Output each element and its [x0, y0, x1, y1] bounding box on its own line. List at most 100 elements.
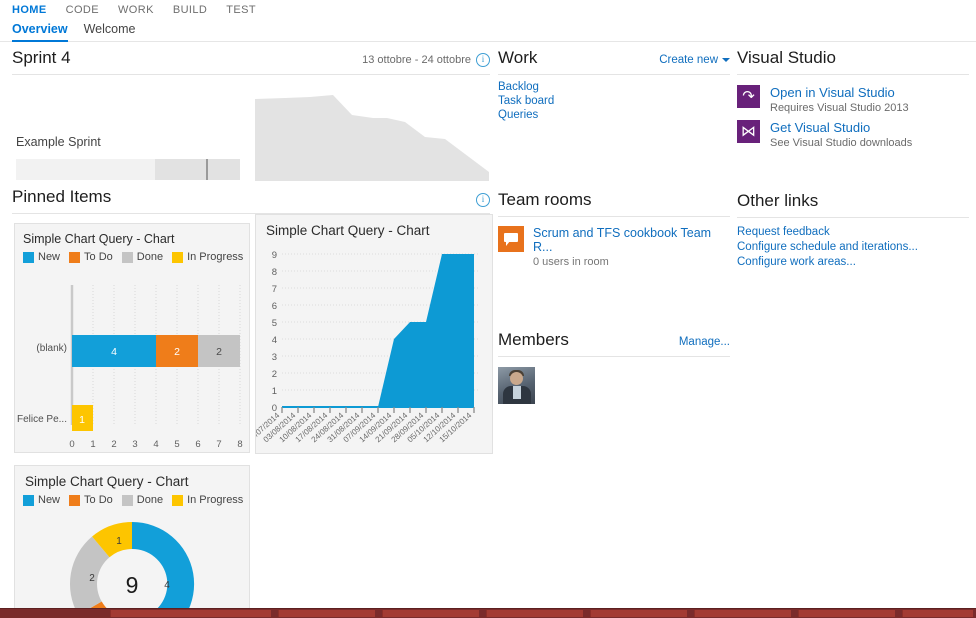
y-tick-label: 3: [272, 352, 277, 363]
progress-remaining: [154, 159, 240, 180]
y-tick-label: 6: [272, 301, 277, 312]
work-link-backlog[interactable]: Backlog: [498, 81, 730, 93]
manage-members-link[interactable]: Manage...: [679, 336, 730, 348]
visual-studio-title: Visual Studio: [737, 48, 836, 67]
legend-item-done: Done: [121, 494, 164, 506]
tile-area-chart[interactable]: Simple Chart Query - Chart 9 8 7 6 5 4 3…: [255, 214, 493, 454]
nav-item-test[interactable]: TEST: [226, 4, 256, 16]
donut-plot: 4 2 2 1 9: [69, 521, 195, 618]
legend-item-todo: To Do: [69, 494, 113, 506]
tab-overview[interactable]: Overview: [12, 22, 68, 42]
team-rooms-title: Team rooms: [498, 190, 592, 209]
legend-label: In Progress: [187, 494, 244, 506]
x-axis-ticks: 0 1 2 3 4 5 6 7 8: [69, 439, 242, 448]
taskbar-item[interactable]: [278, 610, 375, 617]
open-in-vs-icon: ↷: [737, 85, 760, 108]
sprint-header: Sprint 4 13 ottobre - 24 ottobre i: [12, 48, 490, 75]
taskbar-item[interactable]: [382, 610, 479, 617]
donut-slices: 4 2 2 1 9: [69, 521, 195, 618]
primary-nav: HOME CODE WORK BUILD TEST: [12, 4, 256, 16]
x-tick-label: 4: [153, 439, 158, 448]
work-link-queries[interactable]: Queries: [498, 109, 730, 121]
taskbar-item[interactable]: [486, 610, 583, 617]
open-in-vs-title[interactable]: Open in Visual Studio: [770, 85, 909, 100]
y-tick-label: 1: [272, 386, 277, 397]
taskbar-item[interactable]: [110, 610, 271, 617]
other-link-configure-schedule[interactable]: Configure schedule and iterations...: [737, 241, 969, 253]
legend-label: To Do: [84, 494, 113, 506]
get-vs-title[interactable]: Get Visual Studio: [770, 120, 912, 135]
taskbar-item[interactable]: [902, 610, 973, 617]
team-room-item[interactable]: Scrum and TFS cookbook Team R... 0 users…: [498, 217, 730, 268]
other-link-configure-areas[interactable]: Configure work areas...: [737, 256, 969, 268]
avatar-shirt: [513, 386, 521, 399]
other-link-request-feedback[interactable]: Request feedback: [737, 226, 969, 238]
other-links-title: Other links: [737, 191, 819, 210]
x-axis-date-labels: 27/07/2014 03/08/2014 10/08/2014 17/08/2…: [256, 410, 474, 444]
legend-item-new: New: [23, 494, 60, 506]
work-title: Work: [498, 48, 538, 67]
work-links: Backlog Task board Queries: [498, 75, 730, 121]
y-tick-label: 4: [272, 335, 277, 346]
y-tick-label: 9: [272, 250, 277, 261]
legend-item-inprogress: In Progress: [172, 494, 243, 506]
team-room-text-group: Scrum and TFS cookbook Team R... 0 users…: [533, 226, 730, 268]
legend-swatch-inprogress: [172, 251, 184, 263]
sprint-daterange-group: 13 ottobre - 24 ottobre i: [362, 53, 490, 67]
sprint-burndown-chart: [255, 95, 489, 181]
create-new-button[interactable]: Create new: [659, 54, 730, 66]
members-title: Members: [498, 330, 569, 349]
bar-value: 2: [216, 346, 222, 358]
team-room-name[interactable]: Scrum and TFS cookbook Team R...: [533, 226, 730, 254]
pinned-items-title: Pinned Items: [12, 187, 112, 206]
taskbar-item[interactable]: [798, 610, 895, 617]
nav-item-code[interactable]: CODE: [66, 4, 99, 16]
legend-swatch-inprogress: [172, 494, 184, 506]
os-taskbar[interactable]: [0, 608, 976, 618]
info-icon[interactable]: i: [476, 53, 490, 67]
other-links-header: Other links: [737, 191, 969, 218]
left-column: Sprint 4 13 ottobre - 24 ottobre i Examp…: [12, 48, 493, 618]
work-link-taskboard[interactable]: Task board: [498, 95, 730, 107]
tab-welcome[interactable]: Welcome: [84, 22, 136, 40]
avatar-head: [510, 372, 523, 385]
sprint-body: Example Sprint: [12, 75, 490, 181]
legend-item-done: Done: [121, 251, 163, 263]
page-root: HOME CODE WORK BUILD TEST Overview Welco…: [0, 0, 976, 618]
bar-value: 4: [111, 346, 117, 358]
members-header: Members Manage...: [498, 330, 730, 357]
sprint-title: Sprint 4: [12, 48, 71, 67]
nav-item-home[interactable]: HOME: [12, 4, 47, 16]
x-tick-label: 8: [237, 439, 242, 448]
tile-title: Simple Chart Query - Chart: [25, 474, 189, 489]
legend-swatch-done: [121, 251, 133, 263]
area-chart-plot: 9 8 7 6 5 4 3 2 1 0 27/07/2014 03/08/201…: [256, 250, 478, 444]
legend-label: In Progress: [187, 251, 244, 263]
stacked-bar-plot: (blank) 4 2 2 Felice Pe... 1 0 1 2 3 4 5…: [17, 285, 243, 448]
legend-swatch-new: [23, 251, 34, 263]
taskbar-item[interactable]: [590, 610, 687, 617]
team-rooms-header: Team rooms: [498, 190, 730, 217]
chart-legend: New To Do Done In Progress: [15, 491, 249, 506]
y-axis-ticks: 9 8 7 6 5 4 3 2 1 0: [272, 250, 277, 414]
tile-title: Simple Chart Query - Chart: [23, 232, 175, 246]
get-visual-studio-item[interactable]: ⋈ Get Visual Studio See Visual Studio do…: [737, 114, 969, 149]
team-room-users: 0 users in room: [533, 256, 609, 268]
legend-swatch-todo: [69, 251, 81, 263]
legend-label: Done: [136, 494, 164, 506]
taskbar-item[interactable]: [694, 610, 791, 617]
legend-label: New: [38, 251, 61, 263]
other-links-list: Request feedback Configure schedule and …: [737, 218, 969, 268]
donut-center-total: 9: [126, 572, 139, 598]
legend-swatch-new: [23, 494, 34, 506]
avatar[interactable]: [498, 367, 535, 404]
info-icon[interactable]: i: [476, 193, 490, 207]
x-tick-label: 1: [90, 439, 95, 448]
tile-donut-chart[interactable]: Simple Chart Query - Chart New To Do Don…: [14, 465, 250, 618]
open-in-visual-studio-item[interactable]: ↷ Open in Visual Studio Requires Visual …: [737, 75, 969, 114]
nav-item-work[interactable]: WORK: [118, 4, 154, 16]
nav-item-build[interactable]: BUILD: [173, 4, 207, 16]
x-tick-label: 7: [216, 439, 221, 448]
tile-stacked-bar-chart[interactable]: Simple Chart Query - Chart New To Do Don…: [14, 223, 250, 453]
chat-bubble-icon: [498, 226, 524, 252]
